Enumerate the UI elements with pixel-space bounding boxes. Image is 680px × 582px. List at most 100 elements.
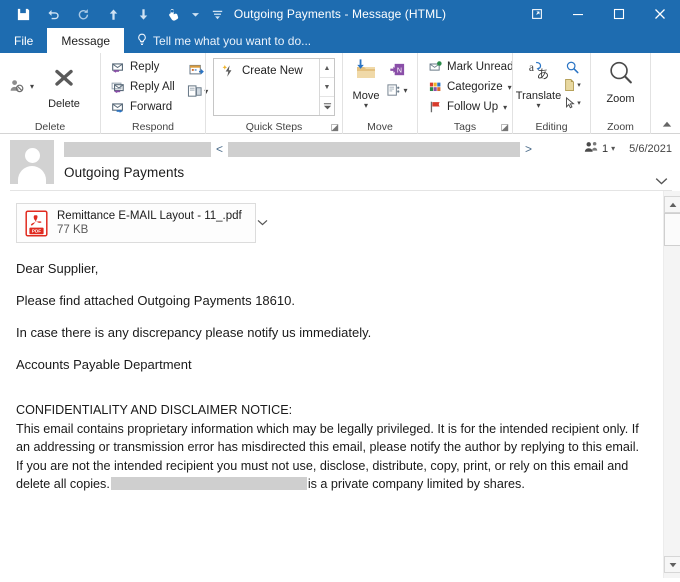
categorize-button[interactable]: Categorize ▾ [423, 77, 517, 97]
find-button[interactable] [559, 58, 585, 76]
categorize-icon [427, 79, 443, 95]
quick-steps-more-icon[interactable] [320, 97, 334, 115]
quick-access-dropdown-icon[interactable] [188, 1, 202, 27]
quick-steps-gallery[interactable]: Create New ▲ ▼ [213, 58, 335, 116]
customize-quick-access-toolbar-icon[interactable] [202, 1, 232, 27]
previous-item-icon[interactable] [98, 1, 128, 27]
move-dropdown-icon[interactable]: ▾ [364, 102, 368, 110]
disclaimer-title: CONFIDENTIALITY AND DISCLAIMER NOTICE: [16, 403, 293, 417]
group-label-quick-steps-text: Quick Steps [245, 120, 303, 133]
minimize-icon[interactable] [557, 0, 598, 28]
attachment-name: Remittance E-MAIL Layout - 11_.pdf [57, 210, 242, 222]
group-label-respond: Respond [131, 120, 175, 133]
title-bar: Outgoing Payments - Message (HTML) [0, 0, 680, 28]
forward-button[interactable]: Forward [106, 97, 179, 117]
recipient-dropdown-icon[interactable]: ▾ [611, 144, 615, 153]
follow-up-flag-icon [427, 99, 443, 115]
ignore-person-icon [9, 78, 25, 94]
sender-name-redacted [64, 142, 211, 157]
maximize-icon[interactable] [598, 0, 639, 28]
ribbon-group-editing: a あ Translate ▾ ▾ ▾ Editing [512, 53, 590, 134]
quick-steps-dialog-launcher-icon[interactable]: ◪ [330, 122, 339, 133]
onenote-button[interactable]: N [384, 59, 410, 80]
reply-button[interactable]: Reply [106, 57, 179, 77]
sender-line: < > [64, 140, 672, 159]
reply-all-button[interactable]: Reply All [106, 77, 179, 97]
undo-icon[interactable] [38, 1, 68, 27]
restore-down-icon[interactable] [516, 0, 557, 28]
zoom-button[interactable]: Zoom [599, 57, 643, 105]
delete-label: Delete [48, 97, 80, 110]
tags-dialog-launcher-icon[interactable]: ◪ [500, 122, 509, 133]
reply-label: Reply [130, 61, 160, 73]
quick-step-create-new[interactable]: Create New [218, 62, 319, 80]
select-button[interactable]: ▾ [559, 94, 585, 112]
quick-steps-scroll: ▲ ▼ [319, 59, 334, 115]
ignore-dropdown-icon[interactable]: ▾ [30, 82, 34, 91]
body-greeting: Dear Supplier, [16, 261, 99, 276]
move-folder-icon [352, 59, 380, 88]
company-name-redacted [110, 477, 307, 490]
body-line-3: Accounts Payable Department [16, 357, 192, 372]
sender-email-redacted [228, 142, 521, 157]
message-header-meta: 1 ▾ 5/6/2021 [584, 141, 672, 156]
group-label-zoom: Zoom [607, 120, 634, 133]
attachment-dropdown-icon[interactable] [251, 218, 272, 229]
move-button[interactable]: Move ▾ [348, 57, 384, 110]
mark-unread-button[interactable]: Mark Unread [423, 57, 517, 77]
tell-me-search[interactable]: Tell me what you want to do... [124, 28, 321, 53]
related-button[interactable]: ▾ [559, 76, 585, 94]
email-angle-close: > [525, 142, 533, 156]
translate-button[interactable]: a あ Translate ▾ [516, 57, 561, 110]
close-icon[interactable] [639, 0, 680, 28]
redo-icon[interactable] [68, 1, 98, 27]
ribbon-group-respond: Reply Reply All Forward ▾ Respond [100, 53, 208, 134]
follow-up-button[interactable]: Follow Up ▾ [423, 97, 517, 117]
save-icon[interactable] [8, 1, 38, 27]
scroll-down-icon[interactable] [664, 556, 680, 573]
quick-step-lightning-icon [221, 63, 237, 79]
next-item-icon[interactable] [128, 1, 158, 27]
ribbon: ▾ Delete Delete Reply Reply All Forward … [0, 53, 680, 134]
message-subject: Outgoing Payments [64, 165, 185, 180]
attachment-size: 77 KB [57, 224, 89, 236]
tell-me-label: Tell me what you want to do... [153, 33, 312, 48]
touch-mouse-mode-icon[interactable] [158, 1, 188, 27]
collapse-ribbon-icon[interactable] [659, 117, 675, 131]
avatar-body-icon [18, 166, 46, 184]
outlook-message-window: Outgoing Payments - Message (HTML) File … [0, 0, 680, 582]
zoom-label: Zoom [606, 93, 635, 105]
avatar[interactable] [10, 140, 54, 184]
ignore-button[interactable]: ▾ [5, 73, 38, 99]
tab-message[interactable]: Message [47, 28, 125, 53]
recipient-count-button[interactable]: 1 ▾ [584, 141, 615, 156]
rules-button[interactable]: ▾ [384, 80, 410, 101]
zoom-magnifier-icon [606, 59, 636, 91]
window-controls [516, 0, 680, 28]
group-label-quick-steps: Quick Steps ◪ [206, 119, 342, 134]
reply-icon [110, 59, 126, 75]
group-label-move: Move [367, 120, 393, 133]
quick-steps-scroll-down-icon[interactable]: ▼ [320, 78, 334, 97]
reply-all-icon [110, 79, 126, 95]
ribbon-group-quick-steps: Create New ▲ ▼ Quick Steps ◪ [205, 53, 342, 134]
scrollbar-thumb[interactable] [664, 213, 680, 246]
tab-file[interactable]: File [0, 28, 47, 53]
lightbulb-icon [136, 33, 148, 49]
ribbon-group-move: Move ▾ N ▾ Move [342, 53, 417, 134]
avatar-head-icon [24, 148, 40, 163]
svg-text:PDF: PDF [32, 228, 41, 233]
delete-button[interactable]: Delete [42, 63, 86, 110]
scroll-up-icon[interactable] [664, 196, 680, 213]
quick-step-label: Create New [242, 65, 303, 77]
forward-icon [110, 99, 126, 115]
attachment-chip[interactable]: PDF Remittance E-MAIL Layout - 11_.pdf 7… [16, 203, 268, 243]
ribbon-group-zoom: Zoom Zoom [590, 53, 650, 134]
message-body-scroll: PDF Remittance E-MAIL Layout - 11_.pdf 7… [0, 191, 663, 578]
recipient-count: 1 [602, 142, 609, 155]
body-vertical-scrollbar[interactable] [663, 191, 680, 578]
expand-header-icon[interactable] [652, 173, 670, 189]
email-angle-open: < [216, 142, 224, 156]
translate-dropdown-icon[interactable]: ▾ [536, 102, 540, 110]
quick-steps-scroll-up-icon[interactable]: ▲ [320, 59, 334, 78]
